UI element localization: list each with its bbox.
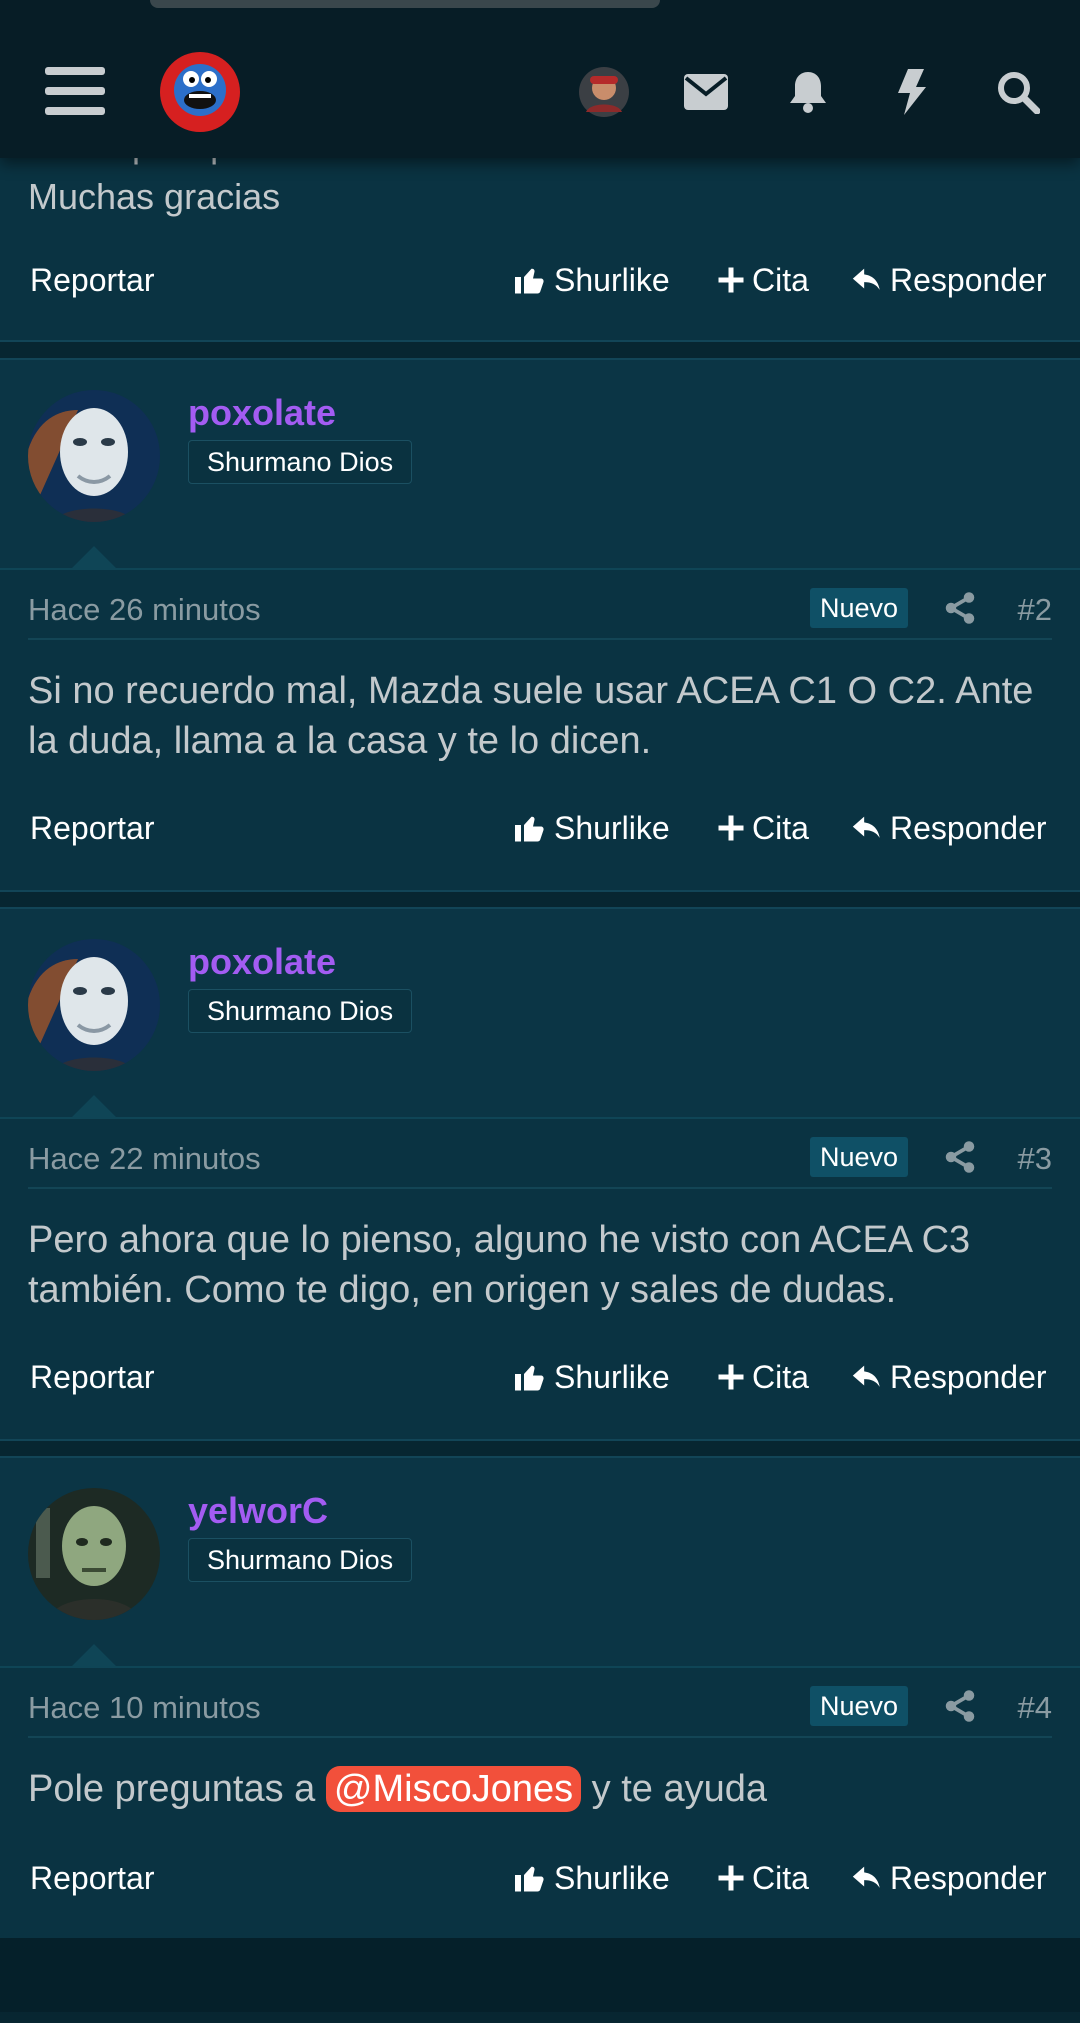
user-mention[interactable]: @MiscoJones: [325, 1766, 582, 1812]
new-badge: Nuevo: [809, 1686, 908, 1726]
user-avatar[interactable]: [578, 66, 630, 118]
page-footer-strip: [0, 1938, 1080, 2012]
post-number[interactable]: #3: [1018, 1141, 1052, 1177]
user-title: Shurmano Dios: [188, 989, 413, 1033]
avatar[interactable]: [28, 1488, 160, 1620]
share-icon[interactable]: [942, 1139, 978, 1175]
message-arrow: [72, 546, 116, 568]
username[interactable]: poxolate: [188, 941, 336, 983]
menu-button[interactable]: [30, 56, 120, 126]
share-icon[interactable]: [942, 1688, 978, 1724]
post-text: Muchas gracias: [28, 176, 281, 217]
post: poxolate Shurmano Dios Hace 26 minutos N…: [0, 358, 1080, 892]
quote-button[interactable]: Cita: [716, 1848, 809, 1908]
post-user-block: poxolate Shurmano Dios: [0, 909, 1080, 1119]
post-meta: Hace 22 minutos Nuevo #3: [28, 1137, 1052, 1189]
post-time[interactable]: Hace 10 minutos: [28, 1690, 261, 1726]
post-user-block: yelworC Shurmano Dios: [0, 1458, 1080, 1668]
post-body: Pero ahora que lo pienso, alguno he vist…: [28, 1219, 971, 1311]
plus-icon: [718, 267, 744, 293]
post-user-block: poxolate Shurmano Dios: [0, 360, 1080, 570]
reply-button[interactable]: Responder: [850, 250, 1047, 310]
post-body: Si no recuerdo mal, Mazda suele usar ACE…: [28, 670, 1034, 762]
message-arrow: [72, 1095, 116, 1117]
report-button[interactable]: Reportar: [30, 798, 155, 858]
site-logo[interactable]: [154, 46, 246, 138]
username[interactable]: poxolate: [188, 392, 336, 434]
post: poxolate Shurmano Dios Hace 22 minutos N…: [0, 907, 1080, 1441]
shurlike-button[interactable]: Shurlike: [512, 250, 670, 310]
thumbs-up-icon: [515, 1866, 544, 1892]
reply-icon: [852, 1365, 880, 1387]
username[interactable]: yelworC: [188, 1490, 328, 1532]
whats-new-button[interactable]: [886, 66, 938, 118]
reply-button[interactable]: Responder: [850, 1347, 1047, 1407]
shurlike-button[interactable]: Shurlike: [512, 1347, 670, 1407]
post-number[interactable]: #2: [1018, 592, 1052, 628]
quote-button[interactable]: Cita: [716, 798, 809, 858]
report-button[interactable]: Reportar: [30, 1347, 155, 1407]
post-number[interactable]: #4: [1018, 1690, 1052, 1726]
post-meta: Hace 10 minutos Nuevo #4: [28, 1686, 1052, 1738]
new-badge: Nuevo: [809, 1137, 908, 1177]
plus-icon: [718, 1865, 744, 1891]
avatar[interactable]: [28, 390, 160, 522]
bell-icon: [790, 72, 826, 113]
shurlike-button[interactable]: Shurlike: [512, 1848, 670, 1908]
quote-button[interactable]: Cita: [716, 250, 809, 310]
user-title: Shurmano Dios: [188, 1538, 413, 1582]
reply-icon: [852, 268, 880, 290]
post-actions: Reportar Shurlike Cita Responder: [0, 798, 1080, 858]
quote-button[interactable]: Cita: [716, 1347, 809, 1407]
new-badge: Nuevo: [809, 588, 908, 628]
reply-icon: [852, 816, 880, 838]
top-navigation-bar: [0, 0, 1080, 158]
url-bar-remnant: [150, 0, 660, 8]
reply-button[interactable]: Responder: [850, 1848, 1047, 1908]
post-text-before: Pole preguntas a: [28, 1768, 326, 1810]
post-actions: Reportar Shurlike Cita Responder: [0, 250, 1080, 310]
post: yelworC Shurmano Dios Hace 10 minutos Nu…: [0, 1456, 1080, 1940]
message-arrow: [72, 1644, 116, 1666]
shurlike-button[interactable]: Shurlike: [512, 798, 670, 858]
bolt-icon: [898, 69, 926, 115]
mail-icon: [684, 74, 728, 110]
avatar[interactable]: [28, 939, 160, 1071]
reply-icon: [852, 1866, 880, 1888]
notifications-button[interactable]: [782, 66, 834, 118]
thumbs-up-icon: [515, 268, 544, 294]
thumbs-up-icon: [515, 816, 544, 842]
report-button[interactable]: Reportar: [30, 1848, 155, 1908]
menu-icon: [45, 67, 105, 115]
reply-button[interactable]: Responder: [850, 798, 1047, 858]
search-icon: [998, 72, 1040, 114]
messages-button[interactable]: [680, 66, 732, 118]
plus-icon: [718, 815, 744, 841]
search-button[interactable]: [992, 66, 1044, 118]
report-button[interactable]: Reportar: [30, 250, 155, 310]
post-time[interactable]: Hace 22 minutos: [28, 1141, 261, 1177]
post-body: Pole preguntas a @MiscoJones y te ayuda: [28, 1764, 1052, 1814]
plus-icon: [718, 1364, 744, 1390]
post-text-after: y te ayuda: [581, 1768, 768, 1810]
post-time[interactable]: Hace 26 minutos: [28, 592, 261, 628]
thumbs-up-icon: [515, 1365, 544, 1391]
post-actions: Reportar Shurlike Cita Responder: [0, 1347, 1080, 1407]
user-title: Shurmano Dios: [188, 440, 413, 484]
post-meta: Hace 26 minutos Nuevo #2: [28, 588, 1052, 640]
post-actions: Reportar Shurlike Cita Responder: [0, 1848, 1080, 1908]
share-icon[interactable]: [942, 590, 978, 626]
